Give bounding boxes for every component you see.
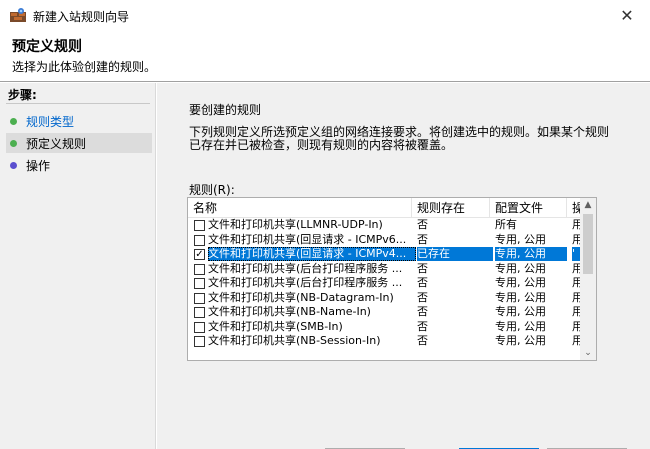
rule-checkbox[interactable] (194, 292, 205, 304)
rule-exists-cell: 否 (417, 218, 428, 231)
step-label: 操作 (26, 158, 51, 173)
scroll-up-icon[interactable]: ▲ (580, 198, 596, 212)
step-status-icon (10, 139, 17, 147)
rule-checkbox[interactable] (194, 307, 205, 318)
rule-checkbox[interactable] (194, 278, 205, 289)
rule-name-cell: 文件和打印机共享(SMB-In) (208, 319, 343, 333)
rule-name-cell: 文件和打印机共享(NB-Session-In) (208, 334, 381, 347)
rule-name-cell: 文件和打印机共享(NB-Datagram-In) (208, 290, 394, 304)
step-label: 规则类型 (26, 114, 75, 129)
table-row[interactable]: 文件和打印机共享(NB-Datagram-In)否专用, 公用用 (188, 291, 581, 306)
rules-label: 规则(R): (189, 183, 235, 197)
rules-table[interactable]: 名称 规则存在 配置文件 操 文件和打印机共享(LLMNR-UDP-In) 否 所有… (187, 197, 597, 361)
rule-exists-cell: 已存在 (417, 247, 493, 261)
rule-checkbox[interactable] (194, 321, 205, 333)
scroll-thumb[interactable] (583, 214, 593, 274)
table-row[interactable]: 文件和打印机共享(后台打印程序服务 ...否专用, 公用用 (188, 262, 581, 277)
steps-panel: 步骤: 规则类型预定义规则操作 (0, 83, 156, 449)
step-item: 预定义规则 (6, 133, 152, 153)
close-button[interactable]: ✕ (604, 0, 650, 30)
steps-divider (6, 103, 150, 104)
wizard-window: 新建入站规则向导 ✕ 预定义规则 选择为此体验创建的规则。 步骤: 规则类型预定… (0, 0, 650, 449)
rule-profile-cell: 专用, 公用 (495, 247, 567, 261)
table-row[interactable]: 文件和打印机共享(NB-Session-In)否专用, 公用用 (188, 334, 581, 349)
step-status-icon (10, 161, 17, 169)
rule-name-cell: 文件和打印机共享(回显请求 - ICMPv4... (208, 247, 416, 261)
rule-checkbox[interactable] (194, 263, 205, 275)
column-header-profile[interactable]: 配置文件 (490, 198, 567, 218)
column-header-action[interactable]: 操 (567, 198, 581, 218)
table-body: 文件和打印机共享(LLMNR-UDP-In)否所有用文件和打印机共享(回显请求 … (188, 218, 581, 349)
rule-profile-cell: 专用, 公用 (495, 232, 546, 246)
rule-profile-cell: 专用, 公用 (495, 334, 546, 347)
wizard-header: 预定义规则 选择为此体验创建的规则。 (0, 30, 650, 82)
rule-profile-cell: 专用, 公用 (495, 276, 546, 289)
rule-profile-cell: 专用, 公用 (495, 319, 546, 333)
rule-profile-cell: 专用, 公用 (495, 305, 546, 318)
scroll-down-icon[interactable]: ⌄ (580, 346, 596, 360)
rule-exists-cell: 否 (417, 334, 428, 347)
window-title: 新建入站规则向导 (33, 10, 130, 24)
rule-name-cell: 文件和打印机共享(后台打印程序服务 ... (208, 276, 403, 289)
rule-checkbox[interactable] (194, 220, 205, 231)
table-row[interactable]: 文件和打印机共享(后台打印程序服务 ...否专用, 公用用 (188, 276, 581, 291)
table-row[interactable]: 文件和打印机共享(LLMNR-UDP-In)否所有用 (188, 218, 581, 233)
rule-profile-cell: 专用, 公用 (495, 290, 546, 304)
rule-name-cell: 文件和打印机共享(回显请求 - ICMPv6... (208, 232, 407, 246)
vertical-scrollbar[interactable]: ▲ ⌄ (580, 198, 596, 360)
table-header: 名称 规则存在 配置文件 操 (188, 198, 581, 218)
content-area: 要创建的规则 下列规则定义所选预定义组的网络连接要求。将创建选中的规则。如果某个… (157, 83, 650, 449)
rule-exists-cell: 否 (417, 305, 428, 318)
rule-checkbox[interactable] (194, 234, 205, 246)
step-item[interactable]: 规则类型 (6, 111, 152, 131)
column-header-name[interactable]: 名称 (188, 198, 412, 218)
rule-exists-cell: 否 (417, 290, 428, 304)
rules-description: 下列规则定义所选预定义组的网络连接要求。将创建选中的规则。如果某个规则已存在并已… (189, 125, 610, 152)
rule-exists-cell: 否 (417, 276, 428, 289)
rule-profile-cell: 专用, 公用 (495, 261, 546, 275)
page-title: 预定义规则 (12, 39, 82, 55)
close-icon: ✕ (620, 5, 634, 25)
table-row[interactable]: ✓ 文件和打印机共享(回显请求 - ICMPv4... 已存在 专用, 公用 ' (188, 247, 581, 262)
section-title: 要创建的规则 (189, 103, 262, 117)
column-header-exists[interactable]: 规则存在 (412, 198, 490, 218)
rule-name-cell: 文件和打印机共享(LLMNR-UDP-In) (208, 218, 383, 231)
table-row[interactable]: 文件和打印机共享(SMB-In)否专用, 公用用 (188, 320, 581, 335)
rule-checkbox[interactable] (194, 336, 205, 347)
step-label: 预定义规则 (26, 136, 87, 151)
rule-profile-cell: 所有 (495, 218, 517, 231)
step-status-icon (10, 117, 17, 125)
rule-exists-cell: 否 (417, 232, 428, 246)
steps-heading: 步骤: (8, 88, 37, 102)
rule-exists-cell: 否 (417, 261, 428, 275)
rule-checkbox[interactable]: ✓ (194, 249, 205, 260)
table-row[interactable]: 文件和打印机共享(回显请求 - ICMPv6...否专用, 公用用 (188, 233, 581, 248)
page-subtitle: 选择为此体验创建的规则。 (12, 60, 157, 74)
rule-name-cell: 文件和打印机共享(NB-Name-In) (208, 305, 371, 318)
rule-exists-cell: 否 (417, 319, 428, 333)
firewall-app-icon (10, 8, 26, 22)
title-bar: 新建入站规则向导 ✕ (0, 0, 650, 30)
step-item: 操作 (6, 155, 152, 175)
rule-name-cell: 文件和打印机共享(后台打印程序服务 ... (208, 261, 403, 275)
table-row[interactable]: 文件和打印机共享(NB-Name-In)否专用, 公用用 (188, 305, 581, 320)
